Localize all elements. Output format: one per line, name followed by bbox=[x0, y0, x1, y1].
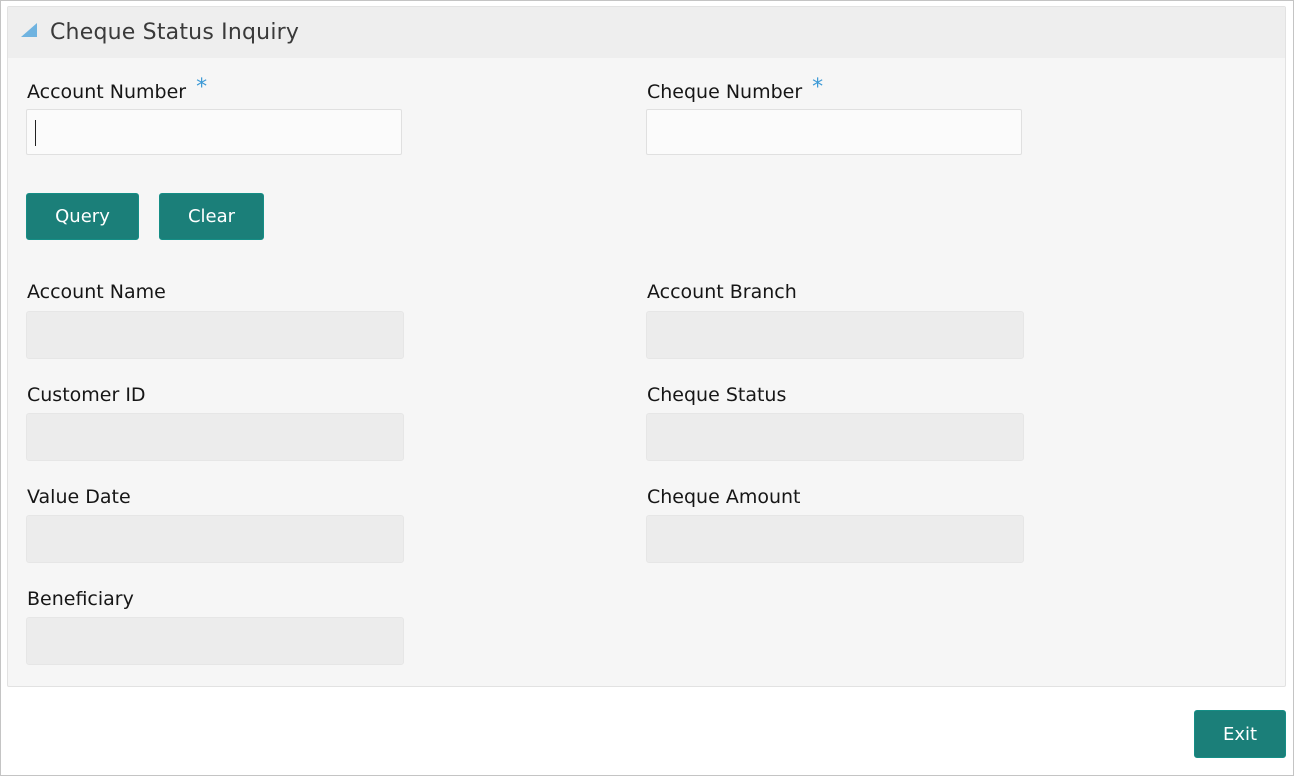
account-number-label-text: Account Number bbox=[27, 81, 187, 103]
cheque-number-label: Cheque Number * bbox=[647, 75, 823, 104]
window-frame: Cheque Status Inquiry Account Number * Ch… bbox=[0, 0, 1294, 776]
customer-id-field bbox=[26, 413, 404, 461]
account-number-label: Account Number * bbox=[27, 75, 207, 104]
required-asterisk-icon: * bbox=[812, 75, 824, 100]
text-caret bbox=[35, 120, 36, 146]
cheque-status-label: Cheque Status bbox=[647, 384, 787, 406]
value-date-label: Value Date bbox=[27, 486, 131, 508]
account-name-field bbox=[26, 311, 404, 359]
account-name-label: Account Name bbox=[27, 281, 166, 303]
required-asterisk-icon: * bbox=[196, 75, 208, 100]
cheque-number-input[interactable] bbox=[647, 110, 1021, 154]
account-branch-field bbox=[646, 311, 1024, 359]
beneficiary-label: Beneficiary bbox=[27, 588, 134, 610]
account-number-field[interactable] bbox=[26, 109, 402, 155]
cheque-status-inquiry-panel: Cheque Status Inquiry Account Number * Ch… bbox=[7, 6, 1286, 687]
cheque-status-field bbox=[646, 413, 1024, 461]
exit-button[interactable]: Exit bbox=[1194, 710, 1286, 758]
query-button[interactable]: Query bbox=[26, 193, 139, 240]
cheque-number-label-text: Cheque Number bbox=[647, 81, 803, 103]
account-branch-label: Account Branch bbox=[647, 281, 797, 303]
cheque-number-field[interactable] bbox=[646, 109, 1022, 155]
account-number-input[interactable] bbox=[27, 110, 401, 154]
cheque-amount-label: Cheque Amount bbox=[647, 486, 801, 508]
clear-button[interactable]: Clear bbox=[159, 193, 264, 240]
panel-title: Cheque Status Inquiry bbox=[50, 20, 300, 45]
panel-header: Cheque Status Inquiry bbox=[8, 7, 1285, 58]
collapse-triangle-icon[interactable] bbox=[21, 23, 37, 37]
cheque-amount-field bbox=[646, 515, 1024, 563]
customer-id-label: Customer ID bbox=[27, 384, 146, 406]
value-date-field bbox=[26, 515, 404, 563]
beneficiary-field bbox=[26, 617, 404, 665]
